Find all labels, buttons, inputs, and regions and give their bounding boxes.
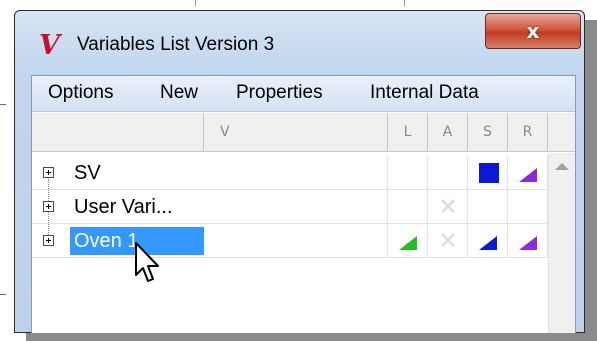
row-name[interactable]: SV bbox=[70, 159, 105, 187]
green-triangle-icon bbox=[399, 236, 417, 250]
close-icon: x bbox=[526, 19, 540, 43]
table-row[interactable]: SV bbox=[32, 156, 548, 190]
cell-a[interactable] bbox=[428, 156, 468, 190]
table-row[interactable]: User Vari... ✕ bbox=[32, 190, 548, 224]
cell-v[interactable] bbox=[204, 224, 388, 258]
blue-square-icon bbox=[479, 163, 499, 183]
column-header-r[interactable]: R bbox=[508, 113, 548, 152]
cell-l[interactable] bbox=[388, 156, 428, 190]
chevron-up-icon[interactable] bbox=[555, 163, 569, 170]
client-area: Options New Properties Internal Data V L… bbox=[31, 75, 576, 333]
window-shadow-bottom bbox=[26, 333, 597, 341]
cell-l[interactable] bbox=[388, 190, 428, 224]
plus-box-icon[interactable] bbox=[43, 167, 54, 178]
disabled-x-icon: ✕ bbox=[438, 193, 459, 221]
background-line bbox=[0, 104, 6, 105]
purple-triangle-icon bbox=[519, 168, 537, 182]
cell-r[interactable] bbox=[508, 224, 548, 258]
column-header-v[interactable]: V bbox=[204, 113, 388, 152]
menu-properties[interactable]: Properties bbox=[236, 82, 323, 104]
table-row[interactable]: Oven 1 ✕ bbox=[32, 224, 548, 258]
cell-v[interactable] bbox=[204, 156, 388, 190]
column-header-name[interactable] bbox=[32, 113, 204, 152]
column-header-a[interactable]: A bbox=[428, 113, 468, 152]
arrow-cursor-icon bbox=[135, 242, 159, 282]
menu-bar: Options New Properties Internal Data bbox=[32, 76, 575, 112]
plus-box-icon[interactable] bbox=[43, 201, 54, 212]
app-logo-icon: V bbox=[39, 30, 60, 61]
background-tick bbox=[195, 0, 196, 6]
background-line bbox=[0, 294, 6, 295]
row-name[interactable]: User Vari... bbox=[70, 193, 177, 221]
column-header-l[interactable]: L bbox=[388, 113, 428, 152]
blue-triangle-icon bbox=[479, 236, 497, 250]
purple-triangle-icon bbox=[519, 236, 537, 250]
cell-a[interactable]: ✕ bbox=[428, 224, 468, 258]
variables-list-window: V Variables List Version 3 x Options New… bbox=[14, 10, 585, 333]
cell-l[interactable] bbox=[388, 224, 428, 258]
cell-r[interactable] bbox=[508, 156, 548, 190]
plus-box-icon[interactable] bbox=[43, 235, 54, 246]
column-header-s[interactable]: S bbox=[468, 113, 508, 152]
cell-s[interactable] bbox=[468, 190, 508, 224]
window-shadow-right bbox=[584, 20, 597, 338]
menu-options[interactable]: Options bbox=[48, 82, 113, 104]
cell-r[interactable] bbox=[508, 190, 548, 224]
close-button[interactable]: x bbox=[485, 13, 581, 49]
menu-new[interactable]: New bbox=[160, 82, 198, 104]
background-tick bbox=[404, 0, 405, 6]
vertical-scrollbar[interactable] bbox=[548, 153, 575, 333]
disabled-x-icon: ✕ bbox=[438, 227, 459, 255]
menu-internal-data[interactable]: Internal Data bbox=[370, 82, 479, 104]
cell-s[interactable] bbox=[468, 156, 508, 190]
cell-s[interactable] bbox=[468, 224, 508, 258]
window-title: Variables List Version 3 bbox=[77, 34, 275, 55]
cell-a[interactable]: ✕ bbox=[428, 190, 468, 224]
cell-v[interactable] bbox=[204, 190, 388, 224]
grid-header: V L A S R bbox=[32, 113, 575, 152]
title-bar[interactable]: V Variables List Version 3 x bbox=[15, 11, 584, 75]
